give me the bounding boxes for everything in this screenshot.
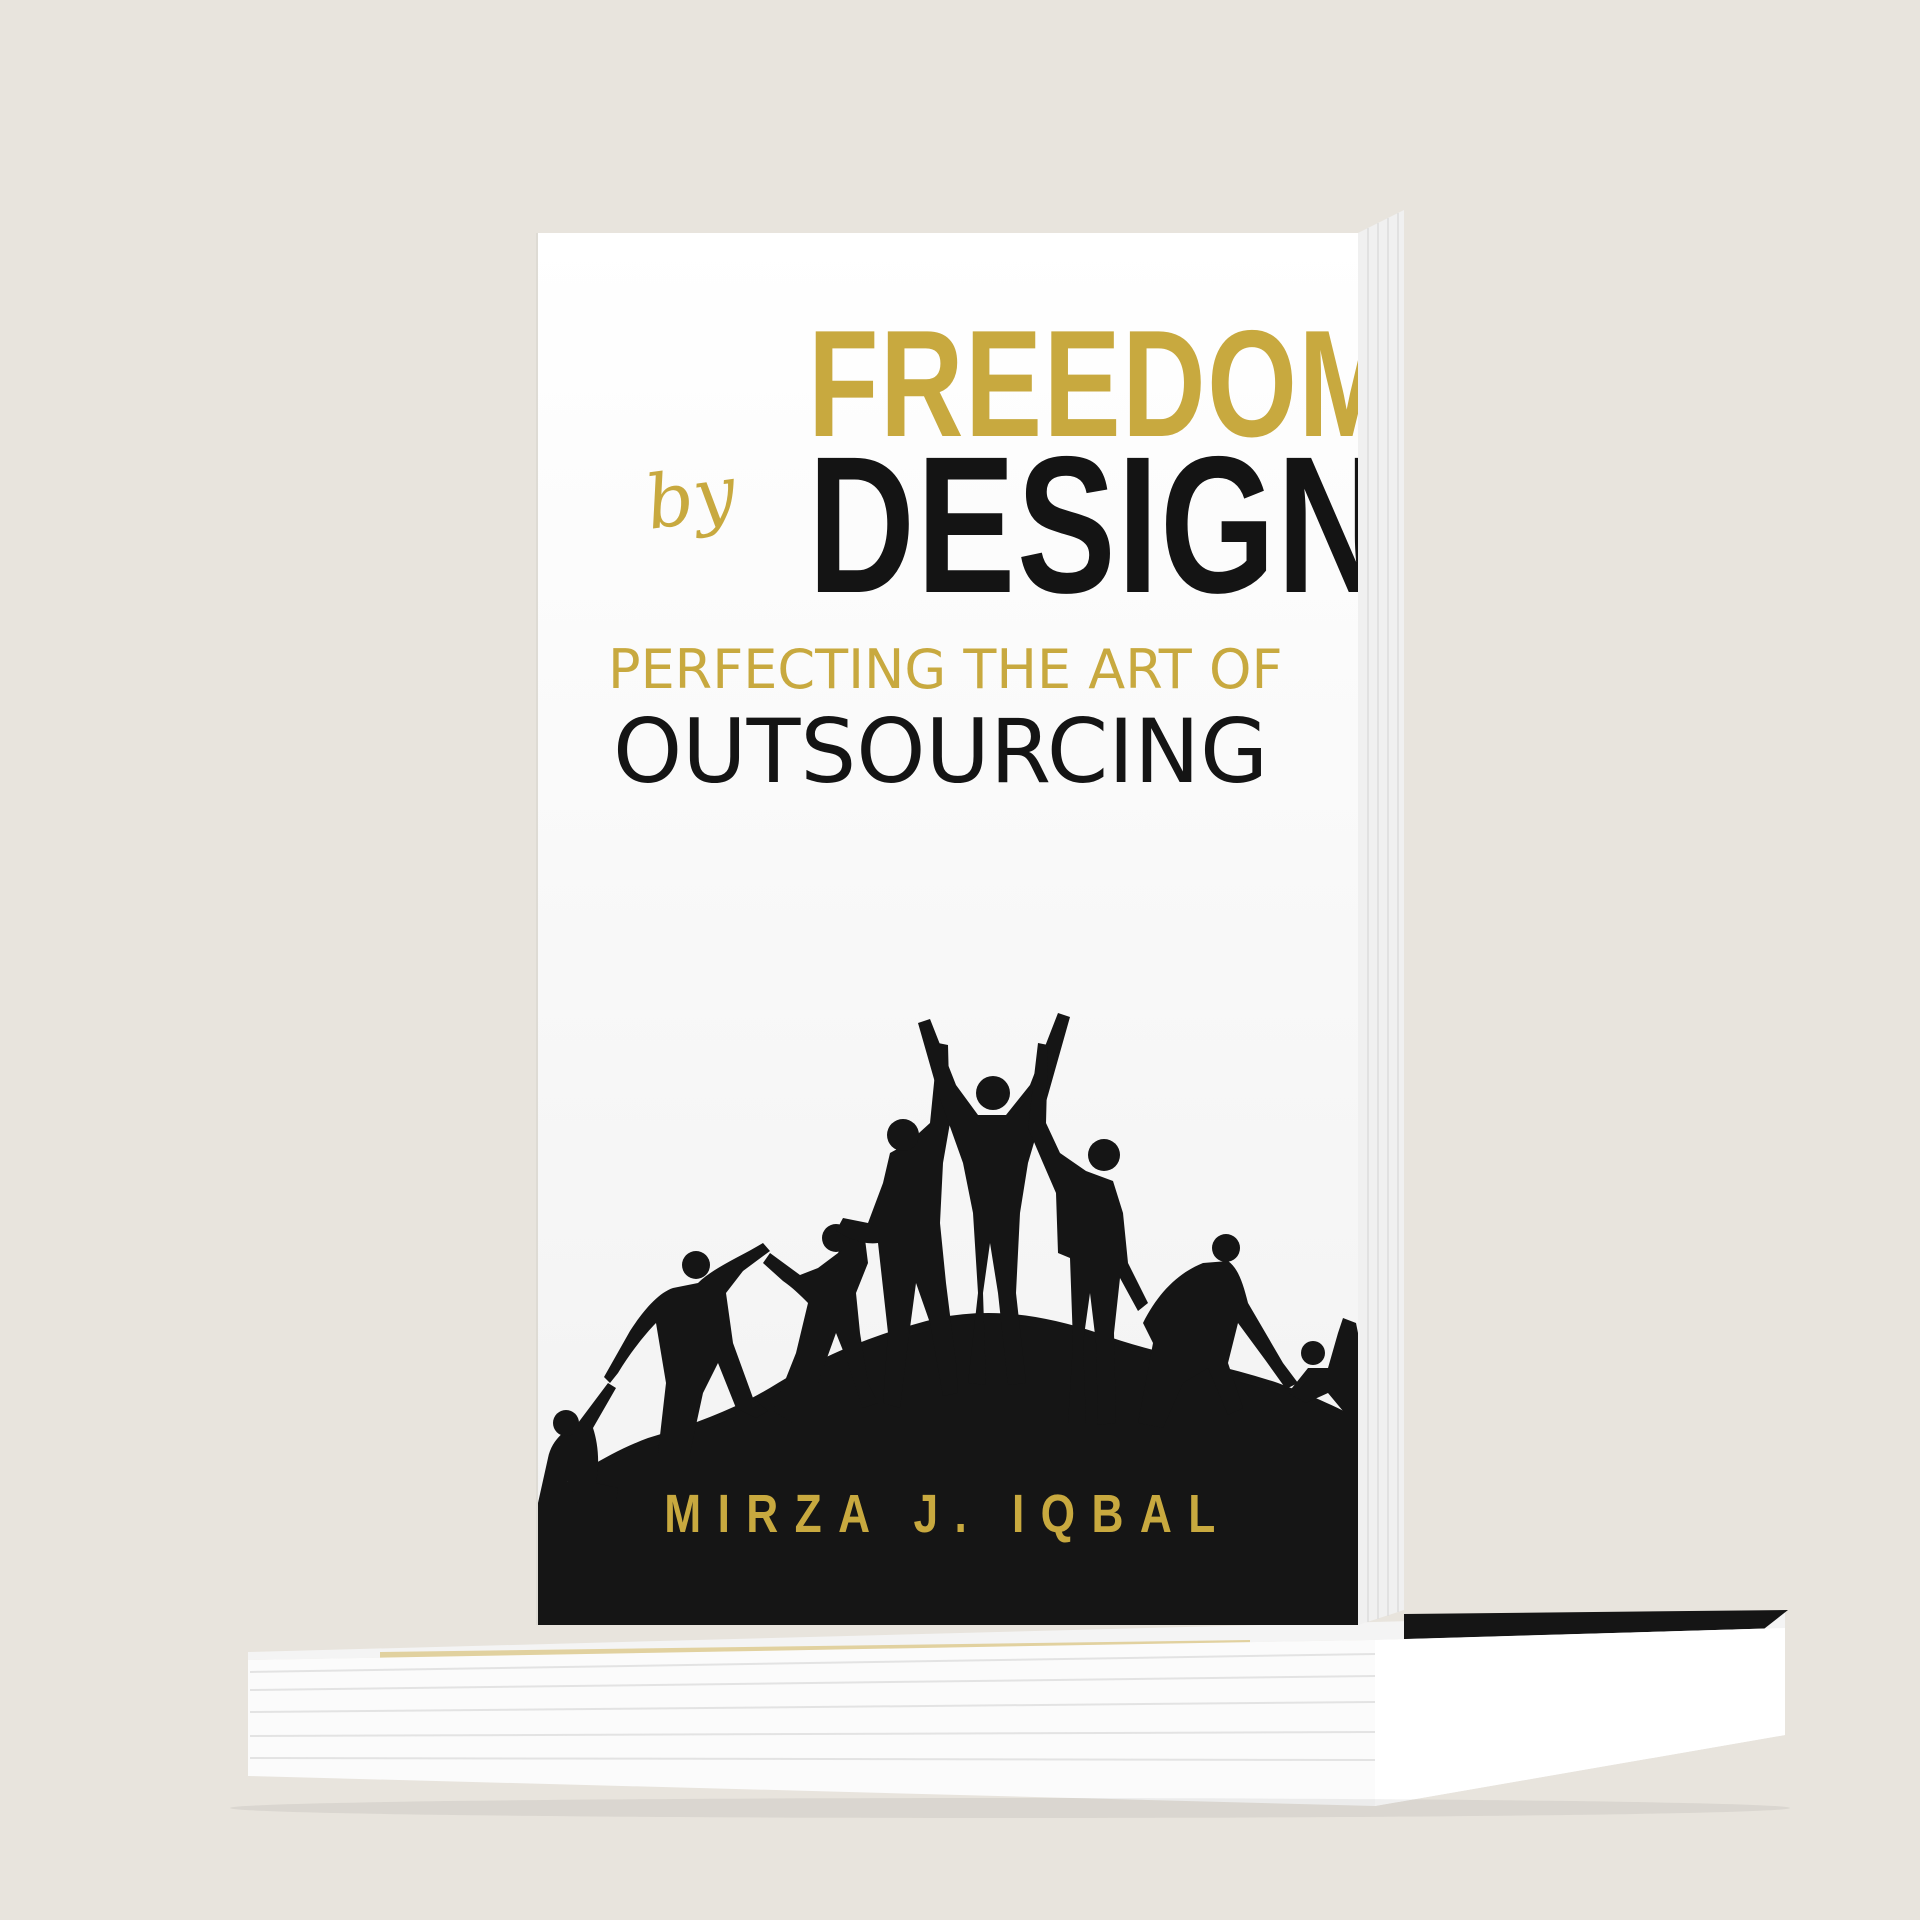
title-design: DESIGN: [808, 416, 1358, 634]
subtitle-line-2: OUTSOURCING: [613, 700, 1269, 803]
book-mockup-scene: FREEDOM DESIGN by PERFECTING THE ART OF …: [0, 0, 1920, 1920]
book-front-cover: FREEDOM DESIGN by PERFECTING THE ART OF …: [538, 233, 1358, 1625]
standing-book-page-edge: [1358, 210, 1404, 1625]
author-name: MIRZA J. IQBAL: [664, 1484, 1232, 1544]
subtitle-line-1: PERFECTING THE ART OF: [608, 638, 1283, 701]
title-by-script: by: [640, 449, 741, 547]
